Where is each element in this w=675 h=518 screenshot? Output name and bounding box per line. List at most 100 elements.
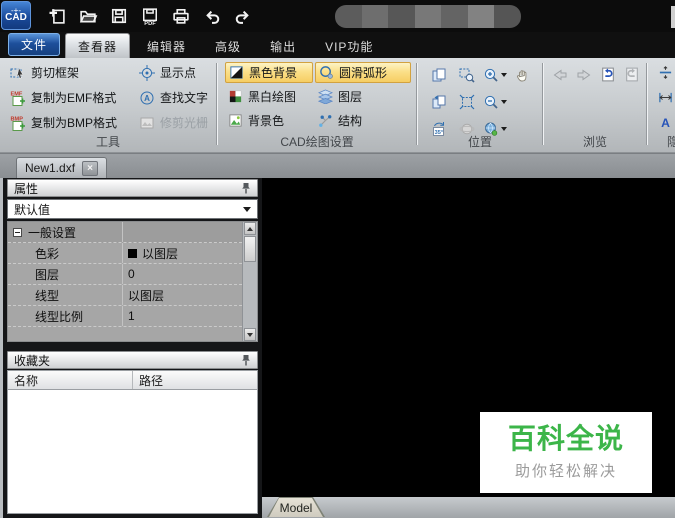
redo-button[interactable] [229,3,256,29]
line-width-icon [658,65,673,80]
back-button[interactable] [551,67,569,83]
drawing-canvas[interactable]: 百科全说 助你轻松解决 [262,178,675,497]
favorites-panel-title: 收藏夹 [14,353,51,368]
pin-icon[interactable] [241,354,251,366]
structure-icon [318,113,333,128]
zoom-extents-icon [459,94,475,110]
redo-icon [233,6,253,26]
scrollbar-thumb[interactable] [244,236,256,262]
previous-view-icon [599,66,617,83]
layers-button[interactable]: 图层 [315,86,411,107]
save-icon [109,6,129,26]
tab-vip[interactable]: VIP功能 [313,34,385,58]
scrollbar-down-button[interactable] [244,328,256,341]
undo-button[interactable] [198,3,225,29]
property-value-linetype-scale[interactable]: 1 [122,306,242,326]
left-panel: 属性 默认值 一般设置 色彩 以图层 图层 0 线型 以图层 线型比例 1 收藏… [0,178,262,518]
background-color-button[interactable]: 背景色 [225,110,313,131]
svg-text:A: A [144,94,150,103]
find-text-button[interactable]: A 查找文字 [136,87,211,108]
scrollbar-up-button[interactable] [244,222,256,235]
swap-view-button[interactable] [425,89,453,115]
collapse-minus-icon[interactable] [13,227,22,237]
cut-frame-button[interactable]: 剪切框架 [7,62,120,83]
background-color-label: 背景色 [248,114,285,128]
property-value-layer[interactable]: 0 [122,264,242,284]
save-button[interactable] [105,3,132,29]
document-tab-strip: New1.dxf × [0,153,675,178]
column-header-name[interactable]: 名称 [8,372,132,389]
tab-advanced[interactable]: 高级 [203,34,253,58]
property-value-color[interactable]: 以图层 [122,243,242,263]
document-tab[interactable]: New1.dxf × [16,157,108,178]
zoom-in-button[interactable] [481,62,509,88]
structure-label: 结构 [338,114,363,128]
property-group-label: 一般设置 [28,225,77,240]
open-file-button[interactable] [74,3,101,29]
line-width-button[interactable]: 线 [655,62,675,83]
show-point-label: 显示点 [160,66,197,80]
black-background-label: 黑色背景 [249,66,298,80]
back-arrow-icon [551,67,569,83]
show-point-button[interactable]: 显示点 [136,62,211,83]
empty-cell [509,89,537,115]
document-tab-label: New1.dxf [25,161,76,175]
zoom-extents-button[interactable] [453,89,481,115]
censored-window-title [335,5,521,28]
tab-editor[interactable]: 编辑器 [135,34,198,58]
text-tool-button[interactable]: A 文 [655,112,675,133]
next-view-button[interactable] [623,66,641,83]
smooth-arc-label: 圆滑弧形 [339,66,388,80]
group-label-browse: 浏览 [583,135,608,149]
app-logo-label: CAD [5,12,27,23]
open-folder-icon [78,6,98,26]
svg-text:A: A [661,116,670,130]
pan-hand-icon [515,67,531,83]
smooth-arc-toggle[interactable]: 圆滑弧形 [315,62,412,83]
zoom-out-button[interactable] [481,89,509,115]
layers-label: 图层 [338,90,363,104]
close-icon[interactable]: × [82,160,99,176]
model-tab[interactable]: Model [267,497,325,517]
property-value-linetype[interactable]: 以图层 [122,285,242,305]
favorites-column-headers: 名称 路径 [7,370,258,390]
copy-bmp-button[interactable]: BMP 复制为BMP格式 [7,112,120,133]
column-header-path[interactable]: 路径 [132,371,257,389]
trim-raster-button[interactable]: 修剪光栅 [136,112,211,133]
previous-view-button[interactable] [599,66,617,83]
print-button[interactable] [167,3,194,29]
group-label-tools: 工具 [96,135,121,149]
bw-drawing-label: 黑白绘图 [248,90,297,104]
copy-view-button[interactable] [425,62,453,88]
bw-drawing-button[interactable]: 黑白绘图 [225,86,313,107]
property-group-row[interactable]: 一般设置 [8,222,242,243]
tab-file[interactable]: 文件 [8,33,61,56]
ribbon-group-cad-settings: 黑色背景 圆滑弧形 黑白绘图 图层 背景色 结构 CAD绘图设置 [218,58,416,152]
ribbon: 剪切框架 显示点 EMF 复制为EMF格式 A 查找文字 BMP 复制为BMP格… [0,58,675,153]
tab-viewer[interactable]: 查看器 [65,33,131,58]
save-pdf-button[interactable]: PDF [136,3,163,29]
pin-icon[interactable] [241,182,251,194]
structure-button[interactable]: 结构 [315,110,411,131]
copy-emf-button[interactable]: EMF 复制为EMF格式 [7,87,120,108]
tab-output[interactable]: 输出 [258,34,308,58]
new-file-button[interactable] [43,3,70,29]
scrollbar-vertical[interactable] [242,222,257,341]
property-value-text: 以图层 [142,246,179,261]
measure-button[interactable]: 测 [655,87,675,108]
black-background-toggle[interactable]: 黑色背景 [225,62,314,83]
cut-frame-label: 剪切框架 [31,66,80,80]
zoom-window-button[interactable] [453,62,481,88]
preset-select[interactable]: 默认值 [7,199,258,219]
titlebar: -+- CAD PDF [0,0,675,32]
group-label-clipped: 隐 [648,133,675,150]
app-logo-button[interactable]: -+- CAD [1,1,31,30]
forward-button[interactable] [575,67,593,83]
smooth-arc-icon [319,65,334,80]
property-row-linetype-scale: 线型比例 1 [8,306,242,327]
zoom-out-icon [483,94,499,110]
triangle-down-icon [247,332,253,337]
property-label: 线型比例 [35,309,84,324]
chevron-down-icon [243,206,251,212]
pan-button[interactable] [509,62,537,88]
